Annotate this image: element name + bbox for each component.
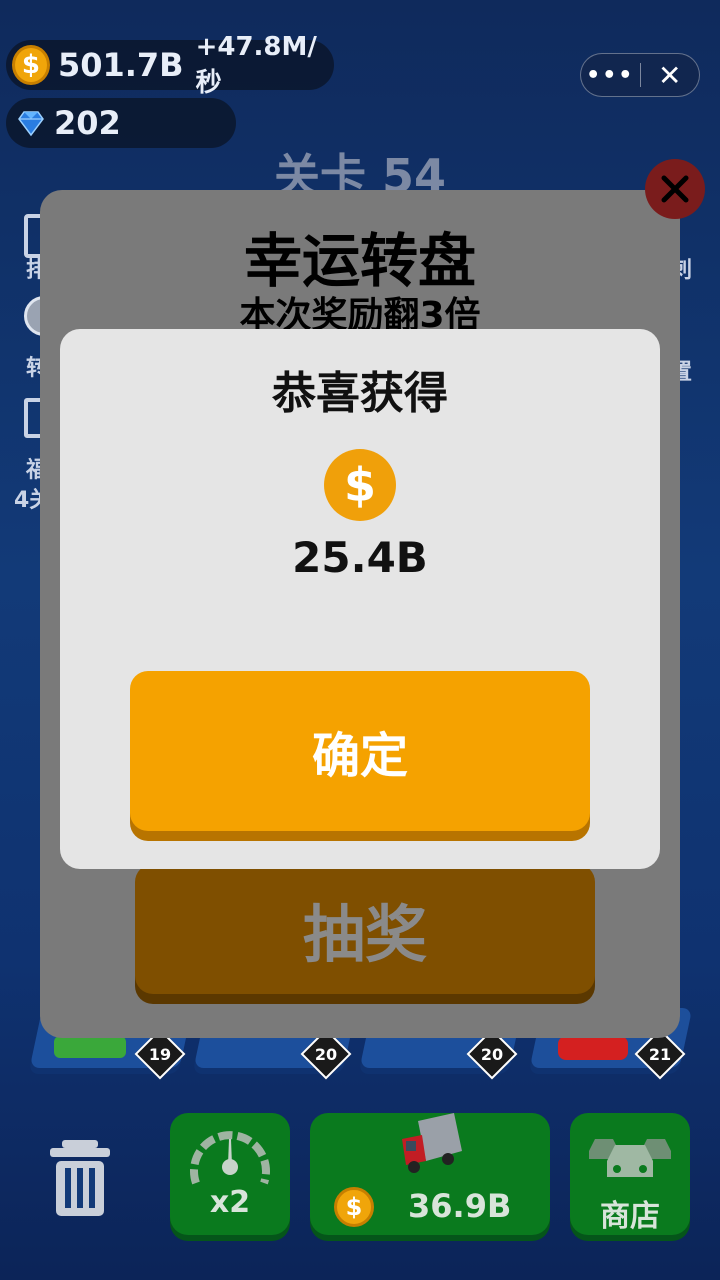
car-level-badge-4: 21: [648, 1044, 672, 1064]
buy-car-price: 36.9B: [408, 1187, 512, 1225]
speed-boost-button[interactable]: x2: [170, 1113, 290, 1235]
coin-icon: $: [12, 45, 50, 85]
close-icon: [661, 175, 689, 203]
exit-button[interactable]: ✕: [641, 54, 700, 96]
more-dots-icon: •••: [586, 62, 635, 88]
reward-amount: 25.4B: [292, 533, 428, 582]
speed-boost-label: x2: [209, 1185, 251, 1220]
buy-car-button[interactable]: $ 36.9B: [310, 1113, 550, 1235]
coin-icon: $: [324, 449, 396, 521]
draw-button[interactable]: 抽奖: [135, 864, 595, 994]
gem-icon: [18, 111, 44, 137]
close-icon: ✕: [658, 58, 682, 92]
reward-dialog: 恭喜获得 $ 25.4B 确定: [60, 329, 660, 869]
close-wheel-button[interactable]: [645, 159, 705, 219]
coin-balance-bar: $ 501.7B +47.8M/秒: [6, 32, 334, 98]
green-car: [54, 1036, 126, 1058]
shop-label: 商店: [600, 1199, 660, 1234]
coin-rate: +47.8M/秒: [195, 31, 317, 98]
speedometer-icon: [190, 1131, 270, 1185]
mini-program-capsule: ••• ✕: [580, 53, 700, 97]
gem-amount: 202: [54, 104, 121, 142]
reward-title: 恭喜获得: [272, 368, 448, 419]
more-button[interactable]: •••: [581, 54, 640, 96]
car-level-badge-3: 20: [480, 1044, 504, 1064]
shop-button[interactable]: 商店: [570, 1113, 690, 1235]
confirm-button[interactable]: 确定: [130, 671, 590, 831]
car-level-badge-1: 19: [148, 1044, 172, 1064]
car-level-badge-2: 20: [314, 1044, 338, 1064]
trash-icon[interactable]: [48, 1138, 112, 1218]
red-car: [558, 1036, 628, 1060]
coin-amount: 501.7B: [57, 46, 184, 84]
truck-icon: [402, 1113, 462, 1173]
cars-icon: [589, 1139, 671, 1177]
